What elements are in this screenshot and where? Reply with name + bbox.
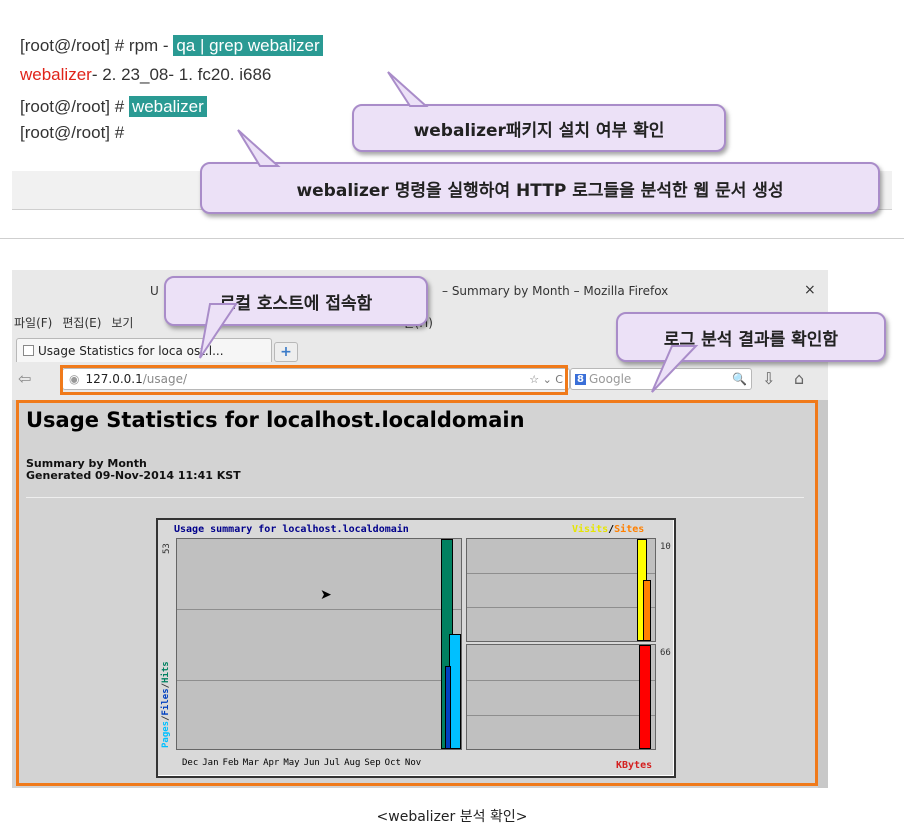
window-title-prefix: U (150, 284, 159, 298)
terminal-line-4: [root@/root] # (20, 122, 124, 144)
scrollbar[interactable] (818, 400, 828, 788)
callout-run-webalizer: webalizer 명령을 실행하여 HTTP 로그들을 분석한 웹 문서 생성 (200, 162, 880, 214)
home-icon[interactable]: ⌂ (794, 369, 804, 388)
callout-tail (387, 71, 429, 107)
command-highlight: qa | grep webalizer (173, 35, 323, 56)
menu-view[interactable]: 보기 (111, 314, 133, 331)
command-highlight: webalizer (128, 96, 207, 117)
terminal-line-1: [root@/root] # rpm - qa | grep webalizer (20, 35, 323, 57)
terminal-line-3: [root@/root] # webalizer (20, 96, 207, 118)
menu-edit[interactable]: 편집(E) (62, 314, 101, 331)
terminal-prompt: [root@/root] # rpm - (20, 36, 169, 55)
terminal-prompt: [root@/root] # (20, 97, 125, 116)
search-engine-icon[interactable]: 8 (575, 373, 586, 385)
menu-file[interactable]: 파일(F) (14, 314, 52, 331)
content-highlight-box (16, 400, 818, 786)
figure-caption: <webalizer 분석 확인> (376, 809, 528, 825)
window-title: – Summary by Month – Mozilla Firefox (442, 284, 669, 298)
page-icon (23, 345, 34, 356)
terminal-prompt: [root@/root] # (20, 123, 125, 142)
callout-tail (651, 345, 699, 393)
terminal-line-2: webalizer- 2. 23_08- 1. fc20. i686 (20, 64, 271, 86)
download-icon[interactable]: ⇩ (762, 369, 775, 388)
package-version: - 2. 23_08- 1. fc20. i686 (91, 65, 272, 84)
package-name: webalizer (20, 65, 92, 84)
callout-tail (237, 129, 281, 167)
search-icon[interactable]: 🔍 (732, 372, 747, 386)
callout-tail (199, 303, 238, 359)
close-icon[interactable]: × (804, 282, 816, 298)
search-placeholder: Google (588, 372, 632, 386)
divider (0, 238, 904, 239)
new-tab-button[interactable]: + (274, 342, 298, 362)
url-highlight-box (60, 365, 568, 395)
back-icon[interactable]: ⇦ (18, 369, 31, 388)
